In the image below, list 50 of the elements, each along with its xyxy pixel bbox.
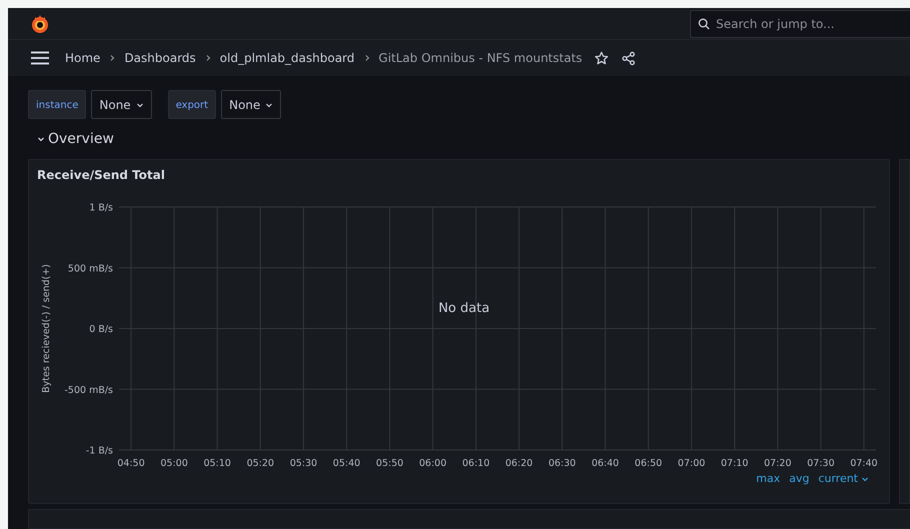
chevron-icon [204, 54, 212, 62]
axis-tick-label: 06:40 [592, 458, 619, 469]
axis-tick-label: -1 B/s [86, 446, 113, 456]
axis-tick-label: 500 mB/s [68, 263, 113, 274]
logo-icon[interactable] [29, 12, 51, 35]
menu-icon[interactable] [31, 51, 49, 66]
breadcrumb-link[interactable]: Dashboards [124, 51, 196, 66]
axis-tick-label: 05:10 [204, 458, 231, 469]
share-icon[interactable] [621, 50, 636, 66]
no-data-message: No data [438, 301, 490, 316]
axis-tick-label: 05:40 [332, 458, 360, 469]
search-field[interactable]: Search or jump to... [690, 10, 910, 38]
axis-tick-label: 04:50 [117, 458, 145, 469]
variable-dropdown[interactable]: None [221, 90, 282, 119]
axis-tick-label: 06:20 [505, 458, 533, 469]
axis-tick-label: 07:20 [764, 458, 792, 469]
axis-tick-label: 05:20 [246, 458, 274, 469]
axis-tick-label: 1 B/s [89, 202, 113, 214]
legend-sort-link[interactable]: max [756, 472, 780, 485]
panel-title: Receive/Send Total [36, 167, 166, 184]
star-icon[interactable] [594, 50, 610, 66]
breadcrumb-link[interactable]: Home [65, 51, 100, 66]
chevron-icon [362, 54, 371, 62]
caret-icon [136, 100, 144, 108]
dashboard-title: GitLab Omnibus - NFS mountstats [378, 51, 582, 66]
breadcrumb-link[interactable]: old_plmlab_dashboard [220, 51, 355, 66]
variable-label: instance [28, 90, 86, 119]
axis-tick-label: 07:10 [720, 458, 748, 469]
axis-tick-label: 07:30 [807, 458, 835, 469]
axis-tick-label: 05:50 [376, 458, 404, 469]
row-title[interactable]: Overview [48, 131, 114, 147]
axis-tick-label: 05:30 [290, 458, 318, 469]
axis-tick-label: 06:50 [634, 458, 662, 469]
legend-sort-link[interactable]: current [818, 472, 869, 485]
axis-tick-label: 06:30 [548, 458, 576, 469]
axis-tick-label: 07:40 [850, 458, 878, 469]
variable-dropdown[interactable]: None [91, 90, 152, 119]
caret-icon [265, 100, 274, 108]
legend-sort-link[interactable]: avg [789, 472, 810, 485]
axis-tick-label: 05:00 [160, 458, 188, 469]
axis-tick-label: 0 B/s [89, 324, 113, 335]
chevron-icon [108, 54, 116, 62]
search-icon [698, 18, 710, 30]
axis-tick-label: 06:10 [462, 458, 490, 469]
axis-tick-label: -500 mB/s [64, 384, 113, 396]
axis-tick-label: 06:00 [419, 458, 447, 469]
variable-label: export [168, 90, 216, 119]
axis-tick-label: 07:00 [678, 458, 706, 469]
axis-title: Bytes recieved(-) / send(+) [41, 264, 52, 393]
chevron-icon[interactable] [37, 135, 45, 143]
